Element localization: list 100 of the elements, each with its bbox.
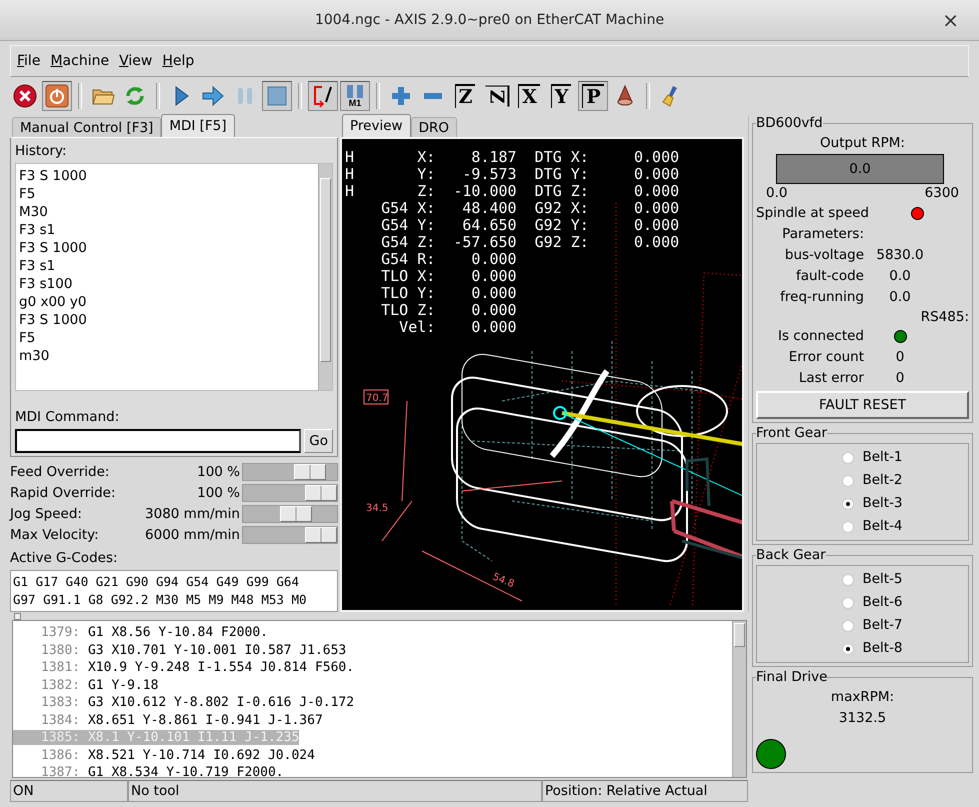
stop-sign-icon — [13, 84, 37, 108]
override-value: 100 % — [196, 464, 240, 480]
radio-icon[interactable] — [842, 452, 854, 464]
toolbar-button[interactable] — [308, 81, 338, 111]
history-item[interactable]: F3 S 1000 — [19, 239, 315, 257]
slider[interactable] — [242, 505, 338, 523]
radio-label: Belt-7 — [862, 616, 903, 635]
active-gcodes-label: Active G-Codes: — [10, 549, 119, 568]
radio-icon[interactable] — [842, 596, 854, 608]
stat-value: 0 — [894, 369, 906, 388]
program-line[interactable]: 1382: G1 Y-9.18 — [21, 678, 158, 692]
program-line[interactable]: 1380: G3 X10.701 Y-10.001 I0.587 J1.653 — [21, 642, 346, 658]
rpm-label: Output RPM: — [819, 134, 906, 153]
dro-readout: H Z: -10.000 DTG Z: 0.000 — [345, 183, 680, 200]
slider-thumb[interactable] — [294, 464, 326, 480]
pane-grip[interactable] — [14, 613, 21, 620]
toolbar-button[interactable]: M1 — [340, 81, 370, 111]
program-line[interactable]: 1386: X8.521 Y-10.714 I0.692 J0.024 — [21, 748, 315, 762]
tab[interactable]: DRO — [410, 117, 457, 137]
program-line[interactable]: 1384: X8.651 Y-8.861 I-0.941 J-1.367 — [21, 712, 323, 728]
dro-readout: Vel: 0.000 — [398, 319, 517, 336]
program-line[interactable]: 1387: G1 X8.534 Y-10.719 F2000. — [21, 765, 284, 780]
history-item[interactable]: F3 S 1000 — [19, 167, 315, 185]
preview-canvas[interactable] — [340, 137, 744, 612]
history-item[interactable]: m30 — [19, 347, 315, 365]
slider[interactable] — [242, 526, 338, 544]
parameter-name: bus-voltage — [784, 246, 864, 265]
menu-item[interactable]: File — [17, 53, 40, 69]
mdi-command-field[interactable] — [15, 429, 302, 453]
slider-thumb[interactable] — [305, 527, 337, 543]
minus-icon — [424, 93, 442, 99]
dro-readout: G54 Y: 64.650 G92 Y: 0.000 — [380, 217, 680, 234]
dro-readout: H Y: -9.573 DTG Y: 0.000 — [345, 166, 680, 183]
go-button[interactable]: Go — [304, 429, 333, 453]
radio-option[interactable]: Belt-5 — [822, 568, 903, 591]
dro-readout: TLO Z: 0.000 — [380, 302, 517, 319]
tab[interactable]: MDI [F5] — [161, 114, 235, 137]
connected-label: Is connected — [777, 327, 864, 346]
toolbar-button[interactable]: Z — [482, 81, 512, 111]
history-item[interactable]: F3 s1 — [19, 257, 315, 275]
radio-option[interactable]: Belt-4 — [822, 515, 903, 538]
radio-option[interactable]: Belt-7 — [822, 614, 903, 637]
radio-option[interactable]: Belt-3 — [822, 492, 903, 515]
tab[interactable]: Preview — [342, 114, 411, 137]
spindle-at-speed-label: Spindle at speed — [756, 204, 870, 223]
history-item[interactable]: g0 x00 y0 — [19, 293, 315, 311]
fault-reset-button[interactable]: FAULT RESET — [756, 391, 969, 419]
parameter-name: freq-running — [779, 288, 864, 307]
radio-icon[interactable] — [842, 498, 854, 510]
program-line[interactable]: 1379: G1 X8.56 Y-10.84 F2000. — [21, 625, 268, 640]
radio-label: Belt-3 — [862, 494, 903, 513]
override-label: Feed Override: — [10, 464, 110, 480]
rs485-label: RS485: — [920, 308, 969, 326]
override-label: Rapid Override: — [10, 485, 116, 501]
radio-option[interactable]: Belt-6 — [822, 591, 903, 614]
scrollbar[interactable] — [318, 164, 332, 390]
radio-icon[interactable] — [842, 620, 854, 632]
radio-label: Belt-1 — [862, 448, 903, 467]
history-item[interactable]: F3 S 1000 — [19, 311, 315, 329]
power-icon — [45, 84, 69, 108]
program-line[interactable]: 1383: G3 X10.612 Y-8.802 I-0.616 J-0.172 — [21, 695, 354, 710]
max-rpm-value: 3132.5 — [838, 709, 888, 728]
parameter-value: 0.0 — [888, 267, 912, 286]
override-value: 3080 mm/min — [145, 506, 240, 522]
program-line[interactable]: 1381: X10.9 Y-9.248 I-1.554 J0.814 F560. — [21, 660, 354, 675]
tab[interactable]: Manual Control [F3] — [12, 117, 162, 137]
menu-item[interactable]: Help — [162, 53, 194, 69]
radio-label: Belt-5 — [862, 570, 903, 589]
scrollbar[interactable] — [732, 621, 746, 777]
history-item[interactable]: F5 — [19, 185, 315, 203]
radio-icon[interactable] — [842, 520, 854, 532]
status-field: Position: Relative Actual — [542, 780, 748, 802]
radio-option[interactable]: Belt-8 — [822, 637, 903, 660]
radio-label: Belt-4 — [862, 517, 903, 536]
toolbar-button[interactable]: Y — [546, 81, 576, 111]
radio-label: Belt-6 — [862, 593, 903, 612]
radio-option[interactable]: Belt-2 — [822, 469, 903, 492]
scale-min: 0.0 — [766, 184, 788, 202]
frame-title: BD600vfd — [756, 115, 823, 131]
radio-icon[interactable] — [842, 642, 854, 654]
radio-option[interactable]: Belt-1 — [822, 446, 903, 469]
slider[interactable] — [242, 463, 338, 481]
history-item[interactable]: F3 s100 — [19, 275, 315, 293]
history-item[interactable]: F5 — [19, 329, 315, 347]
slider[interactable] — [242, 484, 338, 502]
slider-thumb[interactable] — [305, 485, 337, 501]
override-value: 6000 mm/min — [145, 527, 240, 543]
close-button[interactable]: × — [938, 8, 963, 32]
slider-thumb[interactable] — [280, 506, 312, 522]
radio-icon[interactable] — [842, 474, 854, 486]
history-item[interactable]: F3 s1 — [19, 221, 315, 239]
history-item[interactable]: M30 — [19, 203, 315, 221]
frame-title: Final Drive — [756, 669, 828, 685]
status-field: No tool — [128, 780, 542, 802]
toolbar-button[interactable] — [42, 81, 72, 111]
menu-item[interactable]: Machine — [50, 53, 110, 69]
menu-item[interactable]: View — [119, 53, 152, 69]
toolbar-button[interactable]: Z — [450, 81, 480, 111]
dro-readout: H X: 8.187 DTG X: 0.000 — [345, 149, 680, 166]
radio-icon[interactable] — [842, 574, 854, 586]
